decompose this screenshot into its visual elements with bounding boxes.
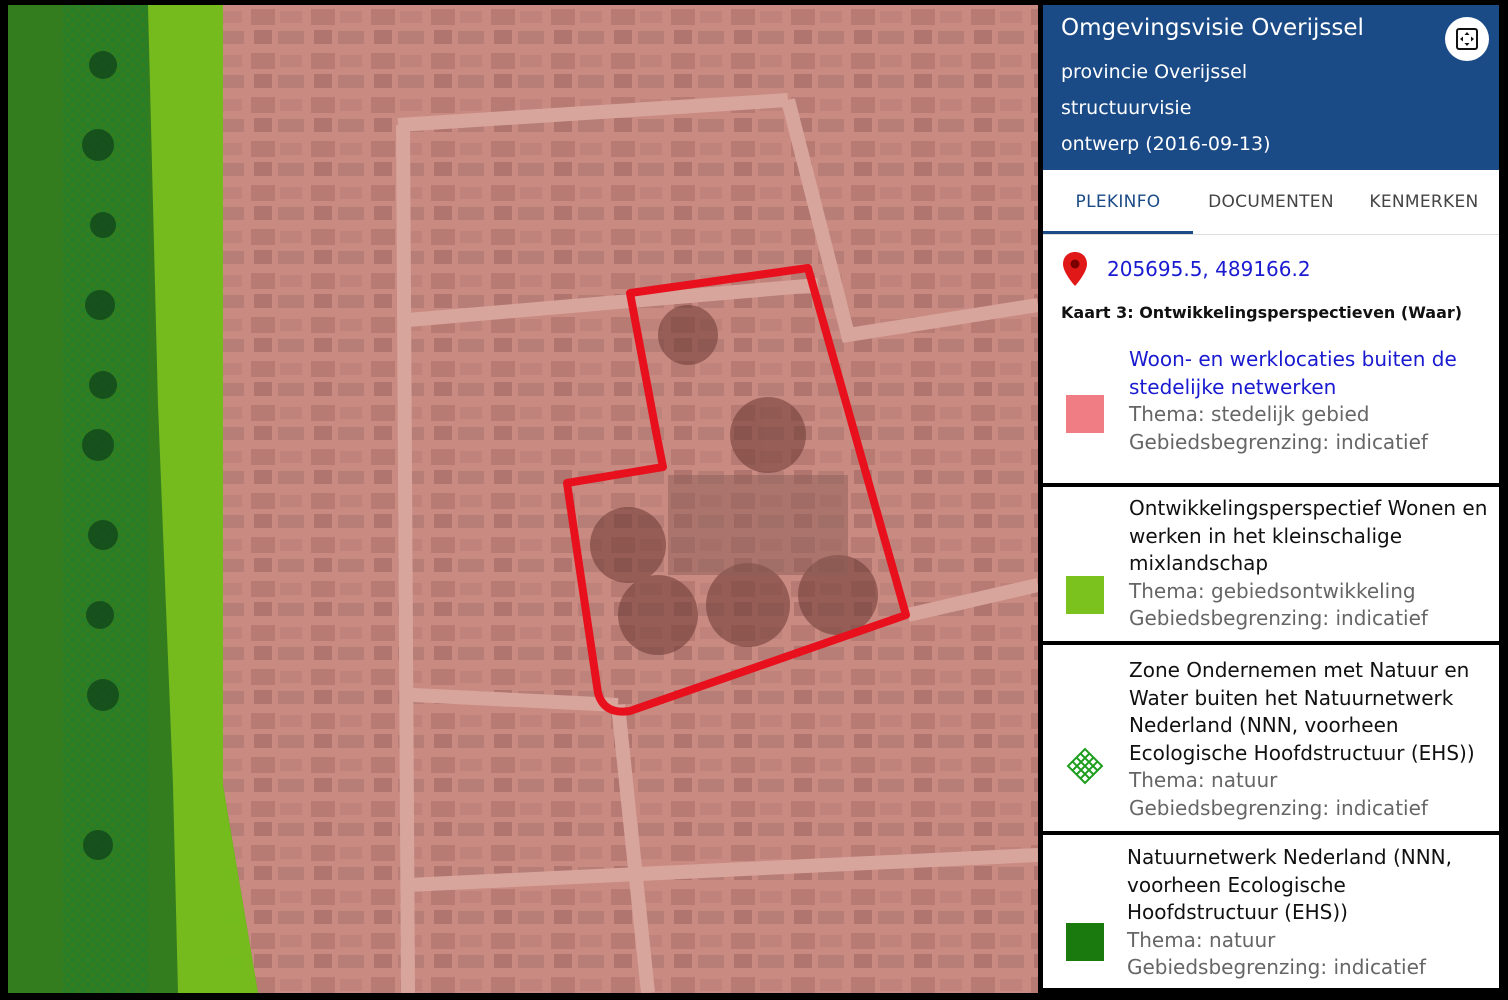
crosshatch-swatch-icon bbox=[1066, 747, 1104, 785]
park-lawn bbox=[668, 475, 848, 575]
legend-thema: Thema: natuur bbox=[1129, 768, 1278, 792]
map-canvas[interactable] bbox=[8, 5, 1038, 993]
legend-item: Woon- en werklocaties buiten de stedelij… bbox=[1043, 345, 1499, 485]
map-layer-title: Kaart 3: Ontwikkelingsperspectieven (Waa… bbox=[1061, 303, 1463, 322]
info-panel: Omgevingsvisie Overijssel provincie Over… bbox=[1043, 5, 1499, 988]
legend-swatch bbox=[1066, 395, 1104, 433]
legend-thema: Thema: gebiedsontwikkeling bbox=[1129, 578, 1416, 603]
legend-thema: Thema: stedelijk gebied bbox=[1129, 402, 1370, 426]
legend-item: Zone Ondernemen met Natuur en Water buit… bbox=[1043, 651, 1499, 831]
tab-plekinfo[interactable]: PLEKINFO bbox=[1043, 170, 1193, 234]
legend-begrenzing: Gebiedsbegrenzing: indicatief bbox=[1127, 955, 1426, 979]
legend-divider bbox=[1043, 641, 1499, 645]
tab-bar: PLEKINFO DOCUMENTEN KENMERKEN bbox=[1043, 170, 1499, 235]
plan-owner: provincie Overijssel bbox=[1061, 61, 1248, 83]
legend-begrenzing: Gebiedsbegrenzing: indicatief bbox=[1129, 606, 1428, 630]
legend-item: Natuurnetwerk Nederland (NNN, voorheen E… bbox=[1043, 841, 1499, 988]
legend-swatch bbox=[1066, 923, 1104, 961]
legend-name: Zone Ondernemen met Natuur en Water buit… bbox=[1129, 658, 1475, 765]
plan-status: ontwerp (2016-09-13) bbox=[1061, 133, 1271, 155]
legend-begrenzing: Gebiedsbegrenzing: indicatief bbox=[1129, 429, 1428, 454]
expand-button[interactable] bbox=[1445, 17, 1489, 61]
panel-header: Omgevingsvisie Overijssel provincie Over… bbox=[1043, 5, 1499, 170]
legend-begrenzing: Gebiedsbegrenzing: indicatief bbox=[1129, 795, 1428, 820]
legend-item: Ontwikkelingsperspectief Wonen en werken… bbox=[1043, 493, 1499, 643]
map-pin-icon bbox=[1063, 252, 1087, 286]
plan-title: Omgevingsvisie Overijssel bbox=[1061, 15, 1364, 41]
legend-name: Natuurnetwerk Nederland (NNN, voorheen E… bbox=[1127, 845, 1452, 924]
legend-thema: Thema: natuur bbox=[1127, 927, 1276, 952]
location-row: 205695.5, 489166.2 bbox=[1061, 249, 1311, 289]
tab-documenten[interactable]: DOCUMENTEN bbox=[1193, 170, 1349, 234]
screenshot-frame: Omgevingsvisie Overijssel provincie Over… bbox=[0, 0, 1508, 1000]
plan-type: structuurvisie bbox=[1061, 97, 1192, 119]
legend-divider bbox=[1043, 831, 1499, 835]
tab-kenmerken[interactable]: KENMERKEN bbox=[1349, 170, 1499, 234]
legend-name: Ontwikkelingsperspectief Wonen en werken… bbox=[1129, 496, 1488, 575]
map-viewer[interactable] bbox=[8, 5, 1038, 993]
location-coordinates[interactable]: 205695.5, 489166.2 bbox=[1107, 257, 1311, 281]
legend-divider bbox=[1043, 483, 1499, 487]
legend-name-link[interactable]: Woon- en werklocaties buiten de stedelij… bbox=[1129, 346, 1491, 401]
legend-swatch bbox=[1066, 576, 1104, 614]
expand-icon bbox=[1456, 28, 1478, 50]
